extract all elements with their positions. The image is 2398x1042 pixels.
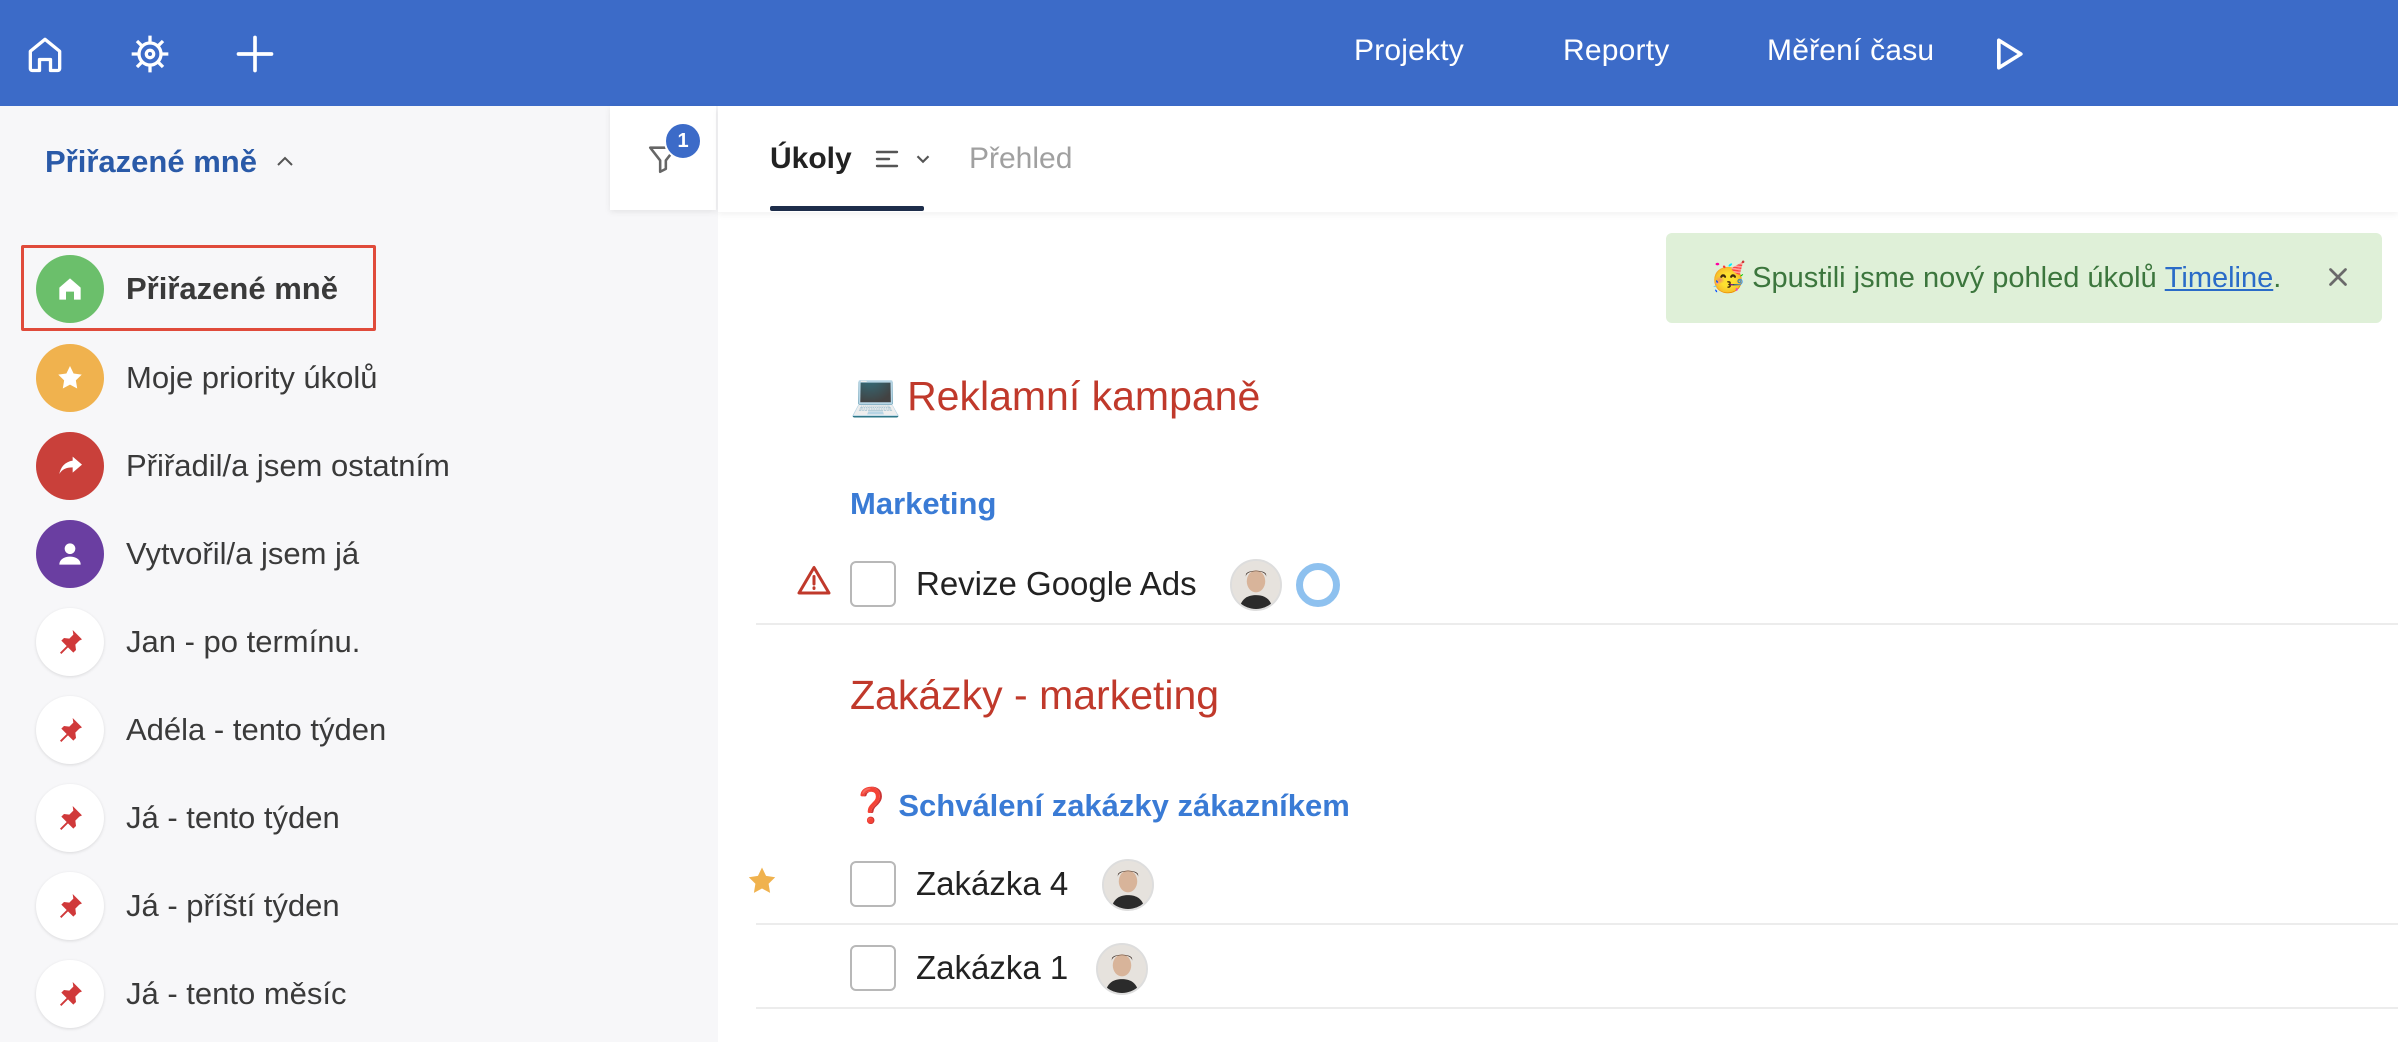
task-row: Zakázka 4 — [748, 841, 2398, 925]
nav-link-mereni-casu[interactable]: Měření času — [1767, 34, 1934, 68]
sidebar-item-label: Moje priority úkolů — [126, 360, 378, 395]
task-checkbox[interactable] — [850, 561, 896, 607]
avatar[interactable] — [1102, 859, 1154, 911]
section-title-text: Reklamní kampaně — [907, 372, 1261, 419]
chevron-up-icon — [277, 156, 293, 166]
filter-count-badge: 1 — [664, 122, 702, 160]
home-icon — [36, 255, 104, 323]
sidebar-header-label: Přiřazené mně — [45, 144, 257, 179]
question-mark-icon: ❓ — [850, 787, 893, 825]
star-icon[interactable] — [744, 863, 780, 899]
chevron-down-icon[interactable] — [912, 148, 934, 170]
sidebar-item-saved-filter[interactable]: Adéla - tento týden — [36, 694, 386, 766]
task-name[interactable]: Zakázka 1 — [916, 949, 1068, 987]
view-tabs: Úkoly Přehled — [718, 106, 2398, 212]
banner-link-timeline[interactable]: Timeline — [2165, 262, 2274, 295]
task-name[interactable]: Revize Google Ads — [916, 565, 1197, 603]
section-title-text: Zakázky - marketing — [850, 672, 1220, 718]
section-title-zakazky-marketing: Zakázky - marketing — [850, 672, 1219, 719]
announcement-banner: 🥳 Spustili jsme nový pohled úkolů Timeli… — [1666, 233, 2382, 323]
sidebar-item-saved-filter[interactable]: Já - příští týden — [36, 870, 340, 942]
task-checkbox[interactable] — [850, 945, 896, 991]
sidebar-item-label: Jan - po termínu. — [126, 624, 361, 659]
home-icon[interactable] — [15, 24, 75, 84]
pin-icon — [36, 872, 104, 940]
nav-link-reporty[interactable]: Reporty — [1563, 34, 1669, 68]
sidebar-header[interactable]: Přiřazené mně — [45, 144, 297, 180]
nav-link-projekty[interactable]: Projekty — [1354, 34, 1464, 68]
tab-label: Úkoly — [770, 142, 852, 175]
active-tab-indicator — [770, 206, 924, 211]
task-status-indicator[interactable] — [1296, 563, 1340, 607]
banner-text: Spustili jsme nový pohled úkolů — [1752, 261, 2157, 294]
task-row: Zakázka 1 — [756, 925, 2398, 1009]
tab-ukoly[interactable]: Úkoly — [770, 142, 934, 176]
sidebar-item-label: Přiřadil/a jsem ostatním — [126, 448, 450, 483]
sidebar-item-label: Já - tento měsíc — [126, 976, 347, 1011]
pin-icon — [36, 960, 104, 1028]
top-navigation-bar: Projekty Reporty Měření času — [0, 0, 2398, 106]
list-view-icon — [875, 150, 898, 168]
filter-button[interactable]: 1 — [610, 106, 716, 210]
close-icon[interactable] — [2320, 259, 2356, 295]
pin-icon — [36, 784, 104, 852]
pin-icon — [36, 608, 104, 676]
sidebar-item-assigned-to-others[interactable]: Přiřadil/a jsem ostatním — [36, 430, 450, 502]
task-checkbox[interactable] — [850, 861, 896, 907]
plus-icon[interactable] — [225, 24, 285, 84]
group-title-text: Schválení zakázky zákazníkem — [898, 788, 1350, 823]
sidebar-item-label: Vytvořil/a jsem já — [126, 536, 360, 571]
sidebar-item-label: Adéla - tento týden — [126, 712, 387, 747]
group-title-marketing[interactable]: Marketing — [850, 486, 996, 522]
sidebar-item-saved-filter[interactable]: Já - tento měsíc — [36, 958, 347, 1030]
sidebar-item-label: Přiřazené mně — [126, 271, 338, 306]
group-title-schvaleni-zakazky[interactable]: ❓ Schválení zakázky zákazníkem — [850, 786, 1350, 826]
sidebar-item-saved-filter[interactable]: Já - tento týden — [36, 782, 340, 854]
share-arrow-icon — [36, 432, 104, 500]
tab-prehled[interactable]: Přehled — [969, 142, 1072, 176]
sidebar-item-saved-filter[interactable]: Jan - po termínu. — [36, 606, 360, 678]
sidebar-item-label: Já - tento týden — [126, 800, 340, 835]
user-icon — [36, 520, 104, 588]
party-emoji: 🥳 — [1710, 262, 1747, 294]
task-row: Revize Google Ads — [756, 541, 2398, 625]
task-name[interactable]: Zakázka 4 — [916, 865, 1068, 903]
helm-icon[interactable] — [120, 24, 180, 84]
sidebar-item-my-priorities[interactable]: Moje priority úkolů — [36, 342, 378, 414]
avatar[interactable] — [1230, 559, 1282, 611]
pin-icon — [36, 696, 104, 764]
group-title-text: Marketing — [850, 486, 997, 521]
sidebar-item-created-by-me[interactable]: Vytvořil/a jsem já — [36, 518, 359, 590]
sidebar-item-label: Já - příští týden — [126, 888, 340, 923]
warning-icon — [797, 566, 831, 595]
sidebar-item-assigned-to-me[interactable]: Přiřazené mně — [36, 253, 338, 325]
section-title-reklamni-kampane: 💻 Reklamní kampaně — [850, 372, 1260, 420]
play-icon[interactable] — [1978, 24, 2038, 84]
banner-suffix: . — [2273, 261, 2282, 294]
avatar[interactable] — [1096, 943, 1148, 995]
laptop-emoji: 💻 — [850, 372, 902, 418]
star-icon — [36, 344, 104, 412]
